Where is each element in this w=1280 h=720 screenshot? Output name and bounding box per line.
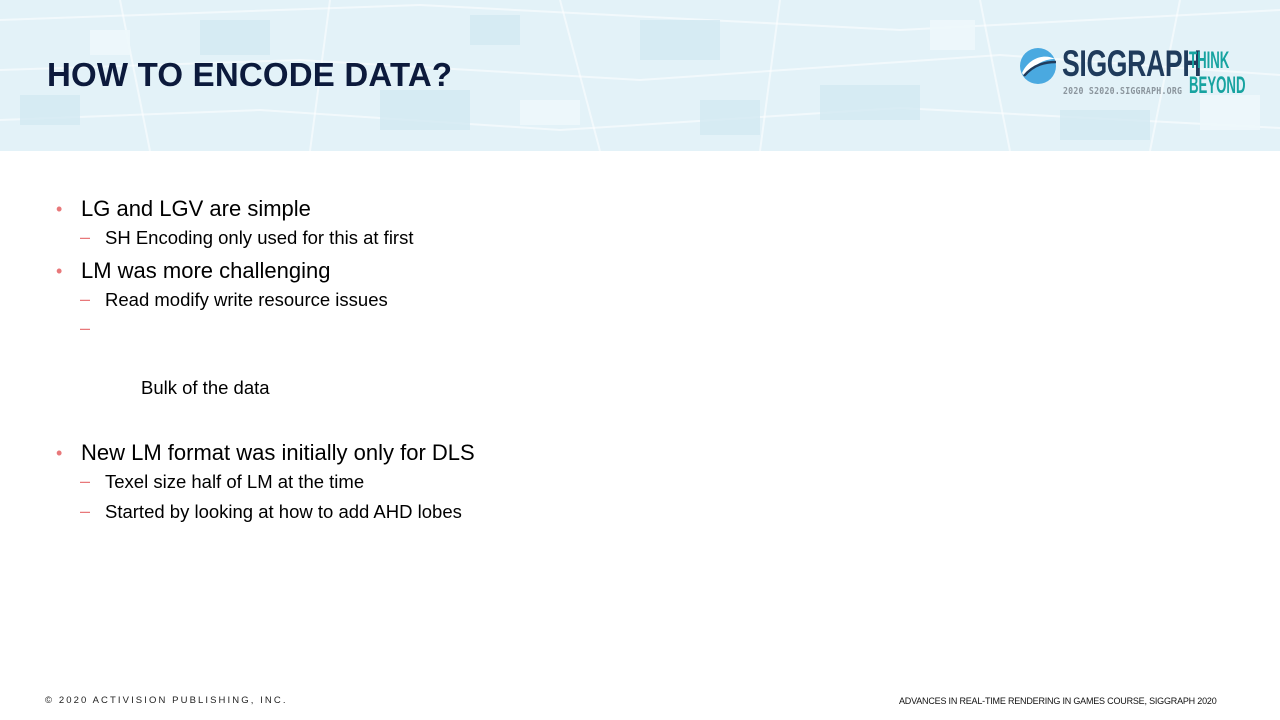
bullet-group-1: • LG and LGV are simple – SH Encoding on… bbox=[56, 195, 475, 253]
bullet-text: LG and LGV are simple bbox=[81, 196, 311, 221]
slide-header: HOW TO ENCODE DATA? SIGGRAPH 2020 S2020.… bbox=[0, 0, 1280, 151]
dash-icon: – bbox=[80, 471, 91, 491]
bullet-group-3: • New LM format was initially only for D… bbox=[56, 439, 475, 526]
dash-icon: – bbox=[80, 227, 91, 247]
bullet-level2: – Bulk of the data bbox=[56, 314, 475, 432]
bullet-list: • LG and LGV are simple – SH Encoding on… bbox=[56, 195, 475, 526]
bullet-level2: – SH Encoding only used for this at firs… bbox=[56, 223, 475, 253]
siggraph-swirl-icon bbox=[1020, 48, 1057, 84]
bullet-text: LM was more challenging bbox=[81, 257, 331, 283]
dash-icon: – bbox=[80, 288, 91, 309]
dash-icon: – bbox=[80, 500, 91, 521]
bullet-level2: – Texel size half of LM at the time bbox=[56, 467, 475, 497]
sub-bullet-text: SH Encoding only used for this at first bbox=[105, 227, 414, 248]
bullet-dot-icon: • bbox=[56, 199, 63, 219]
bullet-level1: • LG and LGV are simple bbox=[56, 195, 475, 223]
bullet-dot-icon: • bbox=[56, 260, 63, 281]
sub-bullet-text: Texel size half of LM at the time bbox=[105, 471, 365, 492]
sub-bullet-text: Started by looking at how to add AHD lob… bbox=[105, 500, 462, 522]
bullet-text: New LM format was initially only for DLS bbox=[81, 440, 475, 465]
copyright-footer: © 2020 ACTIVISION PUBLISHING, INC. bbox=[45, 695, 288, 706]
siggraph-logo: SIGGRAPH 2020 S2020.SIGGRAPH.ORG THINK B… bbox=[1018, 43, 1245, 102]
sub-bullet-text: Bulk of the data bbox=[135, 377, 270, 398]
bullet-group-2: • LM was more challenging – Read modify … bbox=[56, 257, 475, 433]
tagline-think: THINK bbox=[1189, 47, 1230, 74]
siggraph-subline: 2020 S2020.SIGGRAPH.ORG bbox=[1063, 86, 1183, 97]
bullet-dot-icon: • bbox=[56, 443, 63, 463]
bullet-level1: • New LM format was initially only for D… bbox=[56, 439, 475, 467]
course-footer: ADVANCES IN REAL-TIME RENDERING IN GAMES… bbox=[899, 696, 1217, 706]
sub-bullet-text: Read modify write resource issues bbox=[105, 288, 388, 310]
bullet-level1: • LM was more challenging bbox=[56, 257, 475, 285]
bullet-level2: – Started by looking at how to add AHD l… bbox=[56, 497, 475, 527]
bullet-level2: – Read modify write resource issues bbox=[56, 285, 475, 315]
slide-title: HOW TO ENCODE DATA? bbox=[47, 56, 453, 93]
logo-tagline: THINK BEYOND bbox=[1189, 48, 1245, 98]
dash-icon: – bbox=[80, 318, 91, 338]
tagline-beyond: BEYOND bbox=[1189, 72, 1246, 99]
siggraph-wordmark: SIGGRAPH bbox=[1062, 43, 1202, 84]
